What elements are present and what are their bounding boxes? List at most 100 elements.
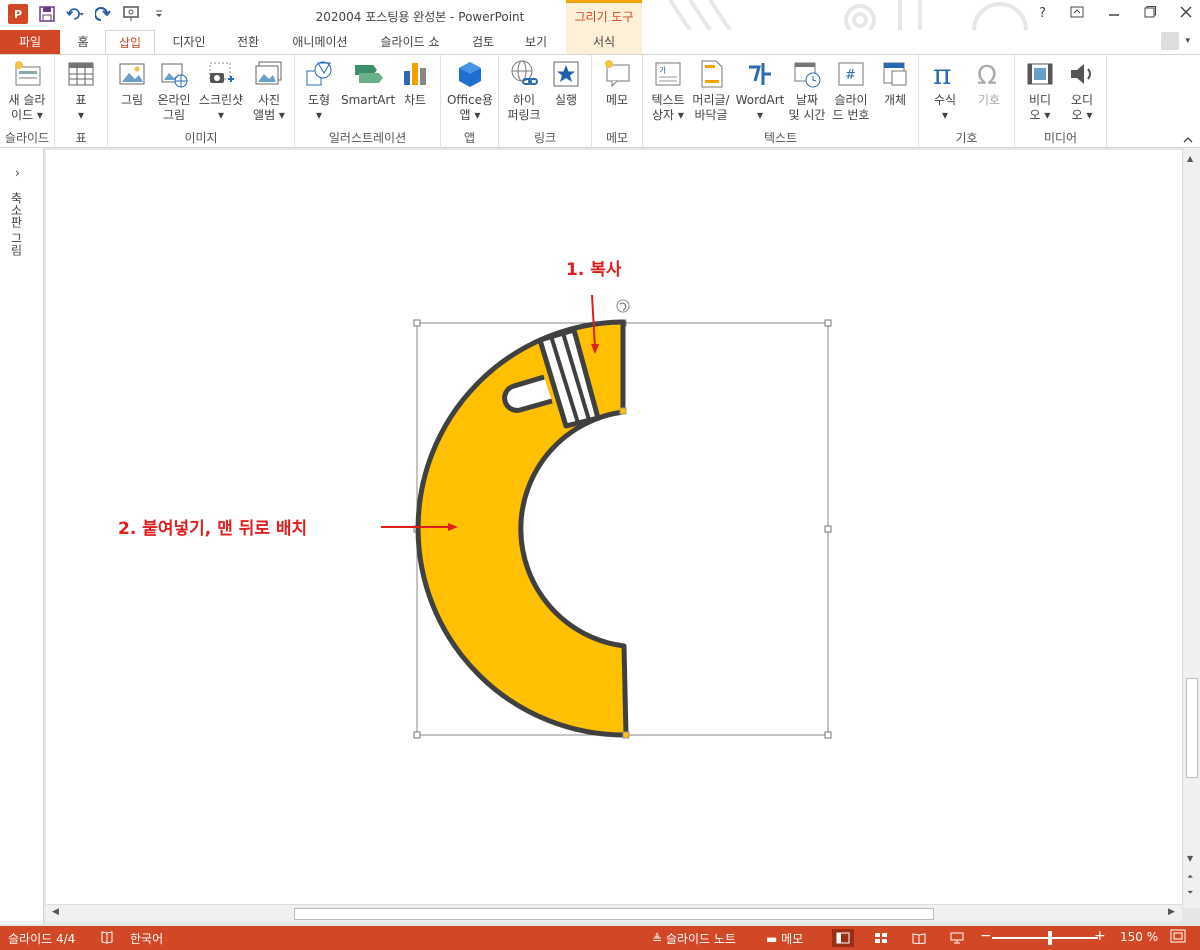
horizontal-scrollbar[interactable]: ◀ ▶ [46,904,1182,922]
zoom-in-button[interactable]: + [1094,928,1106,944]
minimize-icon[interactable] [1108,6,1120,22]
comments-button[interactable]: ▬ 메모 [766,930,803,947]
slide-drawing: 1. 복사 2. 붙여넣기, 맨 뒤로 배치 [118,260,832,739]
horizontal-scroll-thumb[interactable] [294,908,934,920]
notes-icon: ≜ [652,932,663,946]
scroll-left-icon[interactable]: ◀ [52,907,59,917]
tab-view[interactable]: 보기 [515,30,557,54]
table-button[interactable]: 표 ▾ [63,59,99,123]
fit-slide-icon[interactable] [1170,929,1186,946]
group-label-text: 텍스트 [763,131,798,145]
tab-animations[interactable]: 애니메이션 [280,30,360,54]
tab-home[interactable]: 홈 [64,30,102,54]
slide-sorter-button[interactable] [870,929,892,947]
photo-album-icon [255,61,282,85]
group-symbols: π 수식 ▾ Ω 기호 기호 [919,55,1015,148]
group-label-symbols: 기호 [955,131,978,145]
omega-icon: Ω [977,61,997,89]
date-time-button[interactable]: 날짜 및 시간 [785,59,829,123]
screenshot-icon [209,62,234,83]
equation-button[interactable]: π 수식 ▾ [925,59,965,123]
screenshot-button[interactable]: 스크린샷 ▾ [196,59,246,123]
comment-button[interactable]: 메모 [598,59,636,108]
group-label-table: 표 [75,131,87,145]
chart-button[interactable]: 차트 [397,59,433,108]
group-label-slides: 슬라이드 [4,131,50,145]
next-slide-icon[interactable]: ⏷ [1187,888,1193,898]
calendar-clock-icon [794,62,821,88]
ribbon-display-options-icon[interactable] [1070,6,1084,22]
tab-transitions[interactable]: 전환 [225,30,271,54]
vertical-scroll-thumb[interactable] [1186,678,1198,778]
normal-view-button[interactable] [832,929,854,947]
zoom-slider[interactable] [992,937,1098,939]
slide-canvas[interactable]: 1. 복사 2. 붙여넣기, 맨 뒤로 배치 [46,150,1182,904]
thumbnail-pane: › 축소판 그림 [0,148,44,924]
wordart-icon [749,63,771,85]
avatar[interactable] [1161,32,1180,50]
close-icon[interactable] [1180,6,1192,22]
video-button[interactable]: 비디 오 ▾ [1021,59,1059,123]
table-icon [68,62,94,86]
new-slide-button[interactable]: 새 슬라 이드 ▾ [4,59,50,123]
textbox-button[interactable]: 가 텍스트 상자 ▾ [647,59,689,123]
group-media: 비디 오 ▾ 오디 오 ▾ 미디어 [1015,55,1107,148]
tab-file[interactable]: 파일 [0,30,60,54]
symbol-button[interactable]: Ω 기호 [969,59,1009,108]
restore-icon[interactable] [1144,6,1156,22]
scroll-right-icon[interactable]: ▶ [1168,907,1175,917]
online-picture-button[interactable]: 온라인 그림 [152,59,196,123]
zoom-out-button[interactable]: − [980,928,992,944]
hyperlink-button[interactable]: 하이 퍼링크 [503,59,545,123]
shapes-button[interactable]: 도형 ▾ [301,59,337,123]
zoom-level[interactable]: 150 % [1120,930,1158,944]
tab-format[interactable]: 서식 [566,30,642,54]
tab-design[interactable]: 디자인 [160,30,218,54]
expand-thumbnails-icon[interactable]: › [15,166,20,180]
tab-review[interactable]: 검토 [462,30,504,54]
account-area[interactable]: ▾ [1161,32,1190,50]
object-button[interactable]: 개체 [875,59,915,108]
wordart-button[interactable]: WordArt ▾ [735,59,785,123]
speaker-icon [1071,64,1091,84]
normal-view-icon [836,932,850,944]
tab-insert[interactable]: 삽입 [105,30,155,55]
thumbnail-pane-label[interactable]: 축소판 그림 [8,192,25,256]
slideshow-view-icon [950,932,964,944]
header-footer-icon [701,60,723,88]
audio-button[interactable]: 오디 오 ▾ [1063,59,1101,123]
scroll-down-icon[interactable]: ▼ [1187,854,1193,863]
annotation-copy: 1. 복사 [566,260,622,280]
document-title: 202004 포스팅용 완성본 - PowerPoint [315,10,525,24]
workspace: › 축소판 그림 1. 복사 2. 붙여넣기, 맨 뒤로 배치 ▲ ▼ ⏶ ⏷ … [0,148,1200,926]
collapse-ribbon-icon[interactable] [1182,133,1194,143]
action-button[interactable]: 실행 [547,59,585,108]
help-icon[interactable]: ? [1039,6,1046,22]
slide-number-button[interactable]: # 슬라이 드 번호 [829,59,873,123]
group-label-illustrations: 일러스트레이션 [328,131,407,145]
scroll-up-icon[interactable]: ▲ [1187,154,1193,163]
rotation-handle[interactable] [616,299,630,313]
header-footer-button[interactable]: 머리글/ 바닥글 [689,59,733,123]
smartart-button[interactable]: SmartArt [341,59,395,108]
office-apps-icon [459,62,481,87]
slideshow-view-button[interactable] [946,929,968,947]
picture-button[interactable]: 그림 [114,59,150,108]
spellcheck-icon[interactable] [100,930,114,947]
group-images: 그림 온라인 그림 스크린샷 ▾ 사진 앨범 ▾ 이미지 [108,55,295,148]
zoom-slider-thumb[interactable] [1048,931,1052,945]
previous-slide-icon[interactable]: ⏶ [1187,872,1193,882]
photo-album-button[interactable]: 사진 앨범 ▾ [248,59,290,123]
notes-button[interactable]: ≜ 슬라이드 노트 [652,930,736,947]
office-apps-button[interactable]: Office용 앱 ▾ [445,59,495,123]
svg-text:Ω: Ω [977,61,997,89]
group-table: 표 ▾ 표 [55,55,108,148]
group-apps: Office용 앱 ▾ 앱 [441,55,499,148]
hyperlink-icon [511,60,538,85]
vertical-scrollbar[interactable]: ▲ ▼ ⏶ ⏷ [1182,148,1200,908]
tab-slideshow[interactable]: 슬라이드 쇼 [370,30,450,54]
account-dropdown-icon[interactable]: ▾ [1185,36,1190,46]
language-indicator[interactable]: 한국어 [130,930,163,947]
reading-view-button[interactable] [908,929,930,947]
slide-sorter-icon [875,933,887,943]
